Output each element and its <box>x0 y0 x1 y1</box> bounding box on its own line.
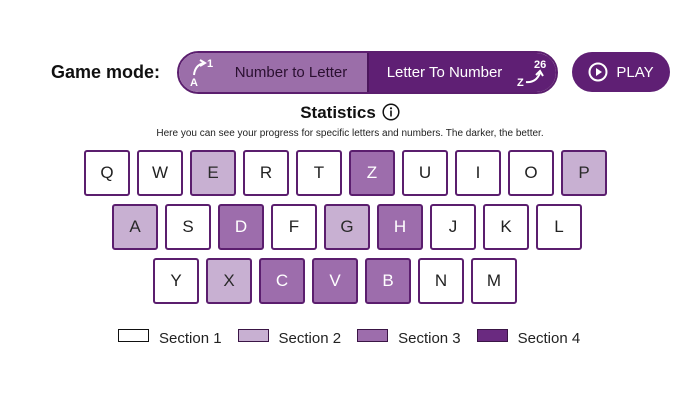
svg-text:1: 1 <box>207 58 213 70</box>
keyboard-row-1: QWERTZUIOP <box>84 150 607 196</box>
key-x: X <box>206 258 252 304</box>
legend-label: Section 4 <box>517 330 581 347</box>
statistics-title-text: Statistics <box>300 103 376 122</box>
legend-swatch <box>476 329 508 342</box>
key-j: J <box>430 204 476 250</box>
legend-label: Section 3 <box>398 330 461 347</box>
key-a: A <box>112 204 158 250</box>
game-mode-toggle: A 1 Number to Letter Letter To Number Z … <box>177 51 558 94</box>
legend-item-section-3: Section 3 <box>357 324 461 347</box>
key-d: D <box>218 204 264 250</box>
key-n: N <box>418 258 464 304</box>
key-u: U <box>402 150 448 196</box>
key-t: T <box>296 150 342 196</box>
key-g: G <box>324 204 370 250</box>
key-e: E <box>190 150 236 196</box>
keyboard-row-3: YXCVBNM <box>153 258 517 304</box>
key-q: Q <box>84 150 130 196</box>
game-mode-label: Game mode: <box>51 62 161 82</box>
svg-text:A: A <box>190 77 198 89</box>
statistics-description: Here you can see your progress for speci… <box>156 128 544 139</box>
key-o: O <box>508 150 554 196</box>
key-l: L <box>536 204 582 250</box>
key-w: W <box>137 150 183 196</box>
legend-label: Section 2 <box>278 330 342 347</box>
key-r: R <box>243 150 289 196</box>
key-h: H <box>377 204 423 250</box>
mode-option-label: Number to Letter <box>234 64 348 81</box>
legend-swatch <box>118 329 149 342</box>
key-c: C <box>259 258 305 304</box>
play-label: PLAY <box>616 63 654 81</box>
mode-option-letter-to-number[interactable]: Letter To Number Z 26 <box>367 53 556 92</box>
svg-text:26: 26 <box>534 59 546 71</box>
key-p: P <box>561 150 607 196</box>
legend-item-section-2: Section 2 <box>237 324 342 347</box>
svg-text:Z: Z <box>517 77 524 89</box>
statistics-title: Statistics <box>0 103 700 123</box>
play-button[interactable]: PLAY <box>572 52 670 92</box>
mode-option-label: Letter To Number <box>386 64 503 81</box>
legend-swatch <box>237 329 269 342</box>
info-icon[interactable] <box>382 103 400 121</box>
key-z: Z <box>349 150 395 196</box>
key-v: V <box>312 258 358 304</box>
legend-label: Section 1 <box>159 330 222 347</box>
play-icon <box>588 62 608 82</box>
key-s: S <box>165 204 211 250</box>
key-f: F <box>271 204 317 250</box>
key-b: B <box>365 258 411 304</box>
legend-item-section-4: Section 4 <box>476 324 581 347</box>
z-to-26-icon: Z 26 <box>516 53 552 92</box>
key-y: Y <box>153 258 199 304</box>
app-root: Game mode: A 1 Number to Letter Letter T… <box>0 0 700 400</box>
mode-option-number-to-letter[interactable]: A 1 Number to Letter <box>179 53 367 92</box>
a-to-1-icon: A 1 <box>185 53 221 92</box>
legend-swatch <box>357 329 389 342</box>
key-k: K <box>483 204 529 250</box>
key-i: I <box>455 150 501 196</box>
section-legend: Section 1 Section 2 Section 3 Section 4 <box>118 324 596 347</box>
legend-item-section-1: Section 1 <box>118 324 222 347</box>
keyboard-row-2: ASDFGHJKL <box>112 204 582 250</box>
key-m: M <box>471 258 517 304</box>
